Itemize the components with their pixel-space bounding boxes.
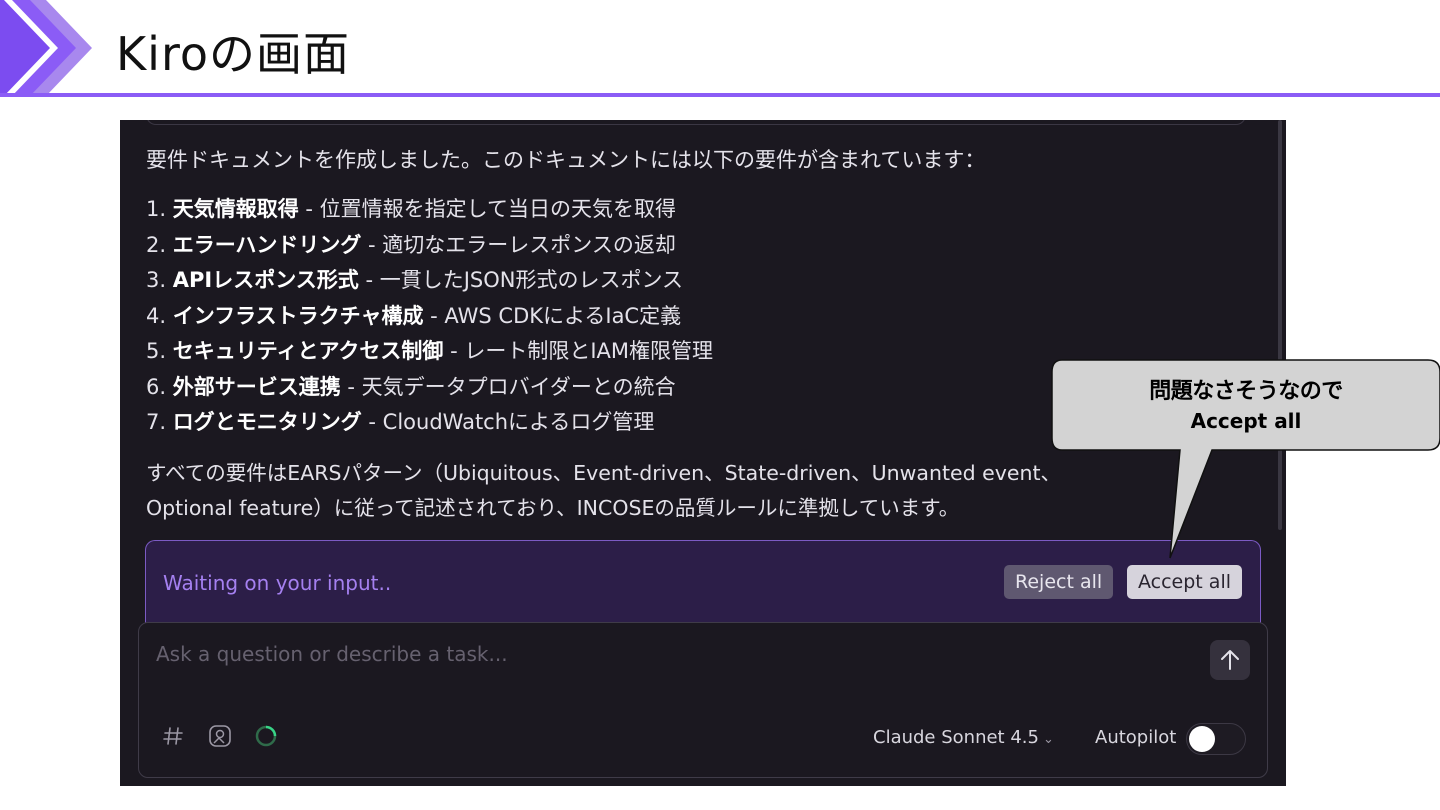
model-name: Claude Sonnet 4.5 [873,727,1039,748]
chat-input[interactable] [154,641,1158,667]
list-item: 1. 天気情報取得 - 位置情報を指定して当日の天気を取得 [146,197,677,221]
list-item: 3. APIレスポンス形式 - 一貫したJSON形式のレスポンス [146,268,684,292]
autopilot-toggle[interactable] [1186,723,1246,755]
list-item: 4. インフラストラクチャ構成 - AWS CDKによるIaC定義 [146,303,682,328]
chat-input-box: Claude Sonnet 4.5⌄ Autopilot [138,622,1268,778]
requirements-list: 1. 天気情報取得 - 位置情報を指定して当日の天気を取得 2. エラーハンドリ… [146,192,713,441]
assistant-summary-text: すべての要件はEARSパターン（Ubiquitous、Event-driven、… [146,456,1146,526]
arrow-up-icon [1221,650,1239,670]
accept-all-button[interactable]: Accept all [1127,565,1242,599]
previous-message-edge [146,120,1246,125]
hash-icon[interactable] [161,723,187,749]
callout-text: 問題なさそうなので Accept all [1052,373,1440,433]
toggle-knob [1189,726,1215,752]
waiting-status-text: Waiting on your input.. [163,571,392,595]
list-item: 6. 外部サービス連携 - 天気データプロバイダーとの統合 [146,374,676,399]
assistant-intro-text: 要件ドキュメントを作成しました。このドキュメントには以下の要件が含まれています： [146,148,986,172]
title-rule [0,93,1440,97]
slide-title: Kiroの画面 [116,27,350,81]
spinner-icon[interactable] [253,723,279,749]
chevron-down-icon: ⌄ [1042,732,1054,747]
reject-all-button[interactable]: Reject all [1004,565,1114,599]
image-icon[interactable] [207,723,233,749]
list-item: 7. ログとモニタリング - CloudWatchによるログ管理 [146,410,655,434]
list-item: 2. エラーハンドリング - 適切なエラーレスポンスの返却 [146,232,676,257]
summary-line: Optional feature）に従って記述されており、INCOSEの品質ルー… [146,496,960,520]
callout-line: 問題なさそうなので [1149,379,1343,404]
callout-line: Accept all [1190,409,1302,433]
chevron-arrow-icon [0,0,92,96]
model-selector[interactable]: Claude Sonnet 4.5 ⌄ [873,727,1054,748]
list-item: 5. セキュリティとアクセス制御 - レート制限とIAM権限管理 [146,339,714,363]
summary-line: すべての要件はEARSパターン（Ubiquitous、Event-driven、… [146,461,1062,485]
autopilot-label: Autopilot [1095,727,1177,748]
send-button[interactable] [1210,640,1250,680]
